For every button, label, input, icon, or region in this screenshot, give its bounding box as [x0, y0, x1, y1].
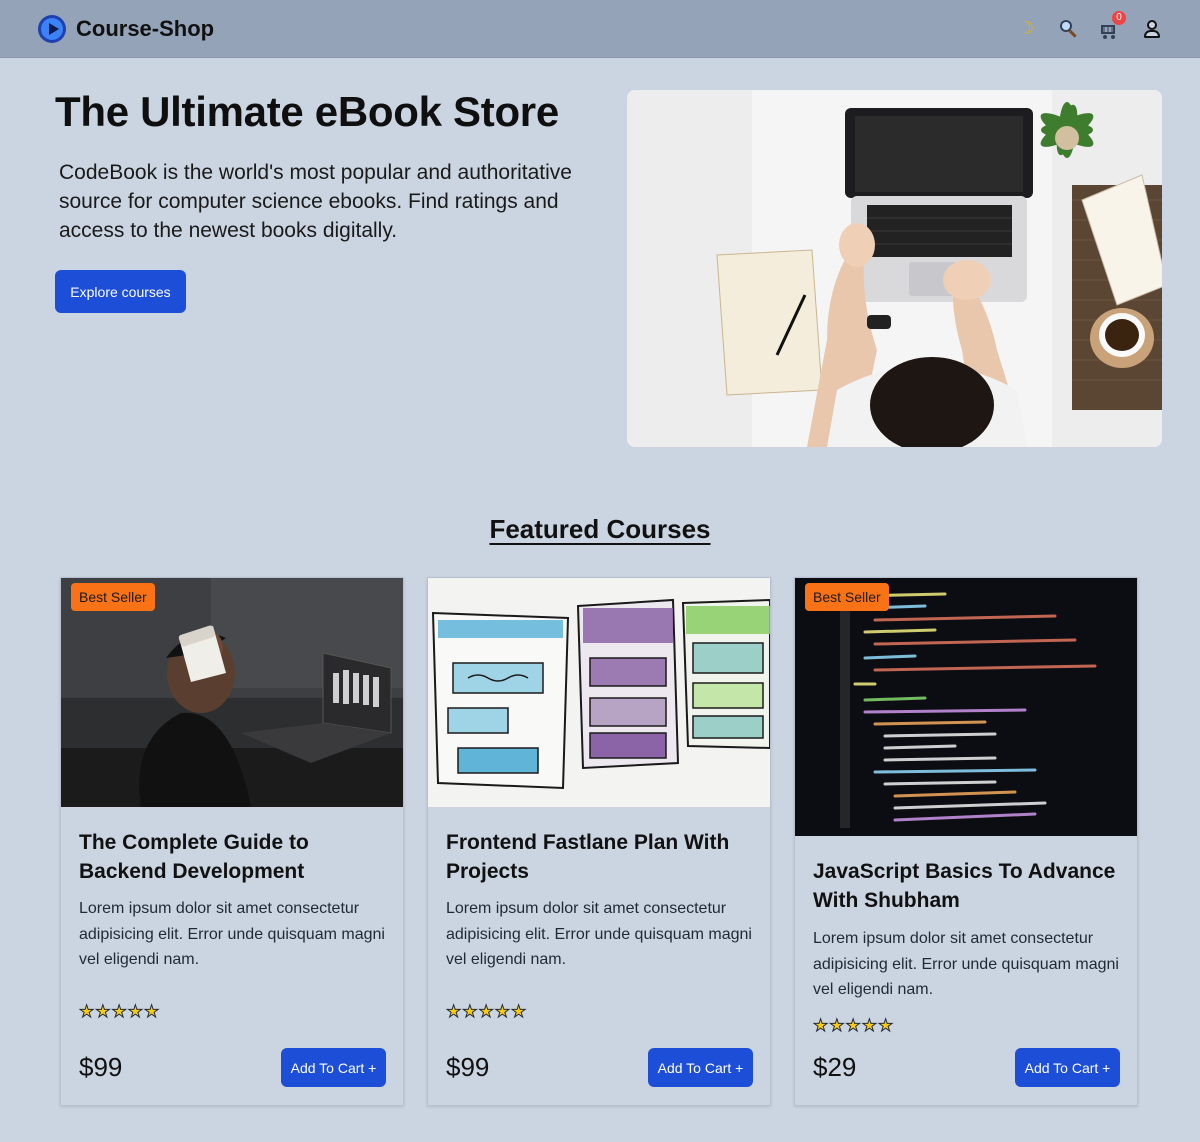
- cart-count-badge: 0: [1112, 10, 1126, 25]
- brand-logo-icon: [38, 14, 66, 43]
- course-price: $99: [446, 1052, 490, 1082]
- featured-courses-title: Featured Courses: [489, 514, 711, 544]
- best-seller-badge: Best Seller: [805, 583, 889, 611]
- star-icon: ★: [861, 1016, 877, 1036]
- hero-image: [627, 90, 1162, 447]
- nav-icons: ☽ 0: [1016, 10, 1162, 39]
- star-icon: ★: [877, 1016, 894, 1036]
- star-icon: ★: [478, 1002, 494, 1022]
- course-image: [428, 578, 770, 807]
- course-image: Best Seller: [61, 578, 403, 807]
- course-card: Best Seller JavaScript Basics To Advance…: [794, 577, 1138, 1106]
- course-title[interactable]: The Complete Guide to Backend Developmen…: [79, 828, 389, 886]
- star-icon: ★: [812, 1016, 829, 1036]
- star-icon: ★: [510, 1002, 527, 1022]
- brand-name: Course-Shop: [76, 15, 215, 41]
- rating-stars: ★ ★ ★ ★ ★: [445, 1002, 527, 1022]
- rating-stars: ★ ★ ★ ★ ★: [812, 1016, 894, 1036]
- cart-icon[interactable]: 0: [1100, 10, 1126, 39]
- star-icon: ★: [494, 1002, 510, 1022]
- star-icon: ★: [143, 1002, 160, 1022]
- star-icon: ★: [111, 1002, 127, 1022]
- best-seller-badge: Best Seller: [71, 583, 155, 611]
- brand[interactable]: Course-Shop: [38, 14, 215, 43]
- add-to-cart-button[interactable]: Add To Cart +: [1015, 1048, 1120, 1087]
- hero-text: CodeBook is the world's most popular and…: [59, 161, 572, 242]
- star-icon: ★: [845, 1016, 861, 1036]
- course-card: Best Seller The Complete Guide to Backen…: [60, 577, 404, 1106]
- hero-title: The Ultimate eBook Store: [55, 88, 559, 135]
- rating-stars: ★ ★ ★ ★ ★: [78, 1002, 160, 1022]
- star-icon: ★: [829, 1016, 845, 1036]
- moon-icon[interactable]: ☽: [1016, 18, 1036, 39]
- add-to-cart-button[interactable]: Add To Cart +: [281, 1048, 386, 1087]
- add-to-cart-button[interactable]: Add To Cart +: [648, 1048, 753, 1087]
- star-icon: ★: [462, 1002, 478, 1022]
- star-icon: ★: [95, 1002, 111, 1022]
- course-price: $29: [813, 1052, 857, 1082]
- course-price: $99: [79, 1052, 123, 1082]
- course-image: Best Seller: [795, 578, 1137, 836]
- explore-courses-button[interactable]: Explore courses: [55, 270, 186, 313]
- search-icon[interactable]: [1058, 19, 1078, 39]
- course-description: Lorem ipsum dolor sit amet consectetur a…: [813, 930, 1119, 998]
- star-icon: ★: [445, 1002, 462, 1022]
- course-title[interactable]: Frontend Fastlane Plan With Projects: [446, 828, 756, 886]
- star-icon: ★: [127, 1002, 143, 1022]
- course-description: Lorem ipsum dolor sit amet consectetur a…: [79, 900, 385, 968]
- course-title[interactable]: JavaScript Basics To Advance With Shubha…: [813, 857, 1123, 915]
- star-icon: ★: [78, 1002, 95, 1022]
- course-description: Lorem ipsum dolor sit amet consectetur a…: [446, 900, 752, 968]
- navbar: Course-Shop ☽ 0: [0, 0, 1200, 58]
- course-card: Frontend Fastlane Plan With Projects Lor…: [427, 577, 771, 1106]
- user-icon[interactable]: [1142, 19, 1162, 39]
